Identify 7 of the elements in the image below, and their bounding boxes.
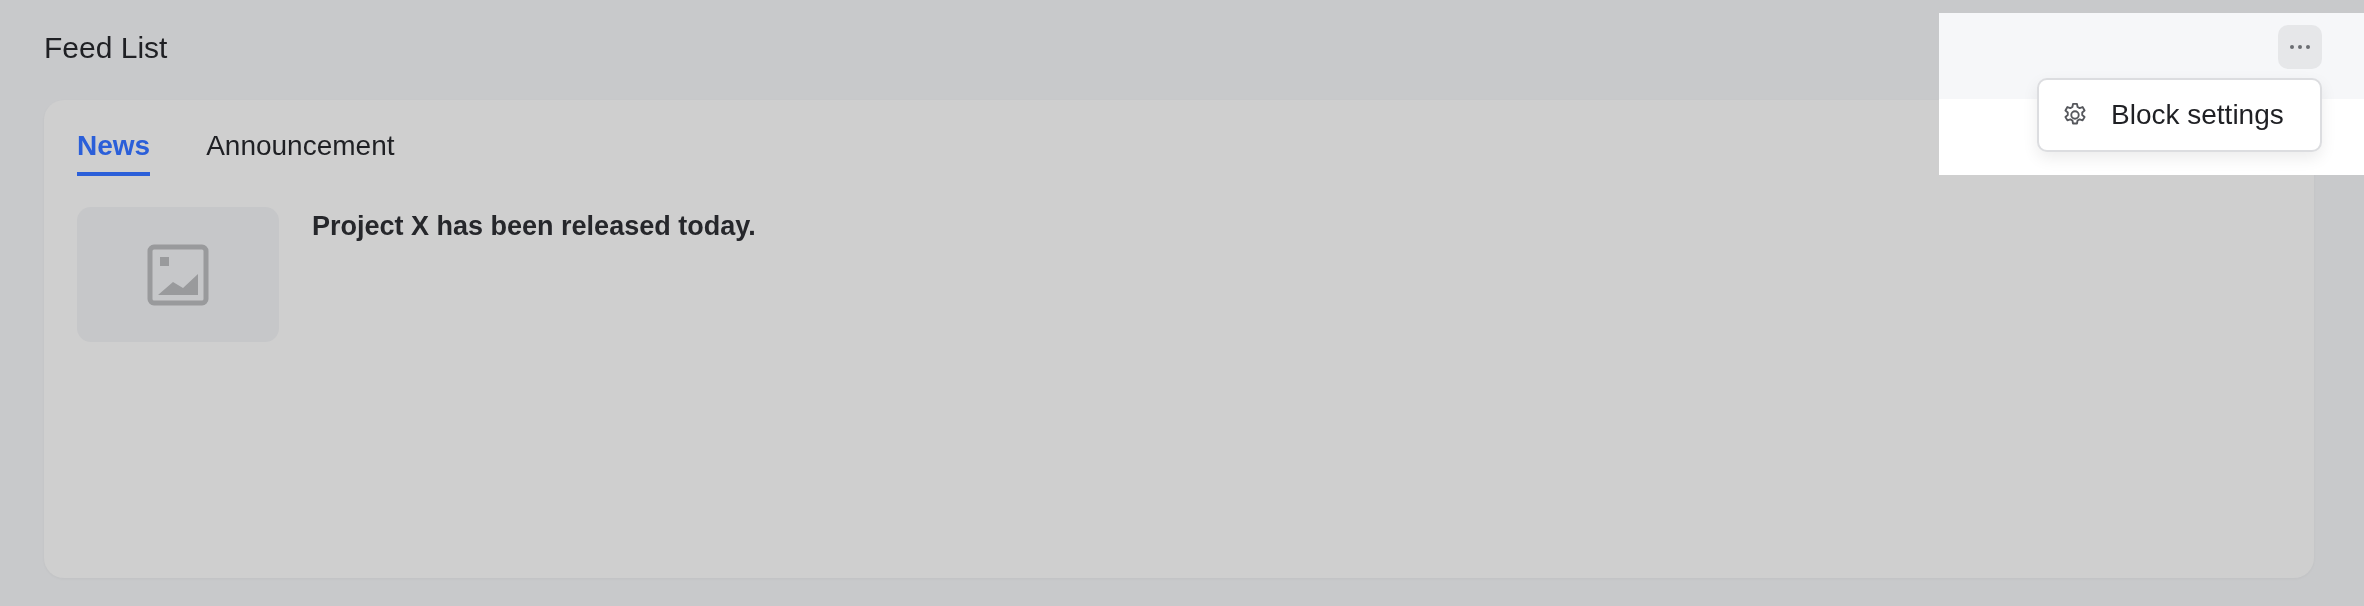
more-icon xyxy=(2289,44,2311,50)
tab[interactable]: Announcement xyxy=(206,124,395,176)
image-icon xyxy=(147,243,209,306)
tab[interactable]: News xyxy=(77,124,151,176)
block-title: Feed List xyxy=(44,30,168,66)
more-button[interactable] xyxy=(2278,25,2322,69)
feed-item-title[interactable]: Project X has been released today. xyxy=(312,211,756,342)
